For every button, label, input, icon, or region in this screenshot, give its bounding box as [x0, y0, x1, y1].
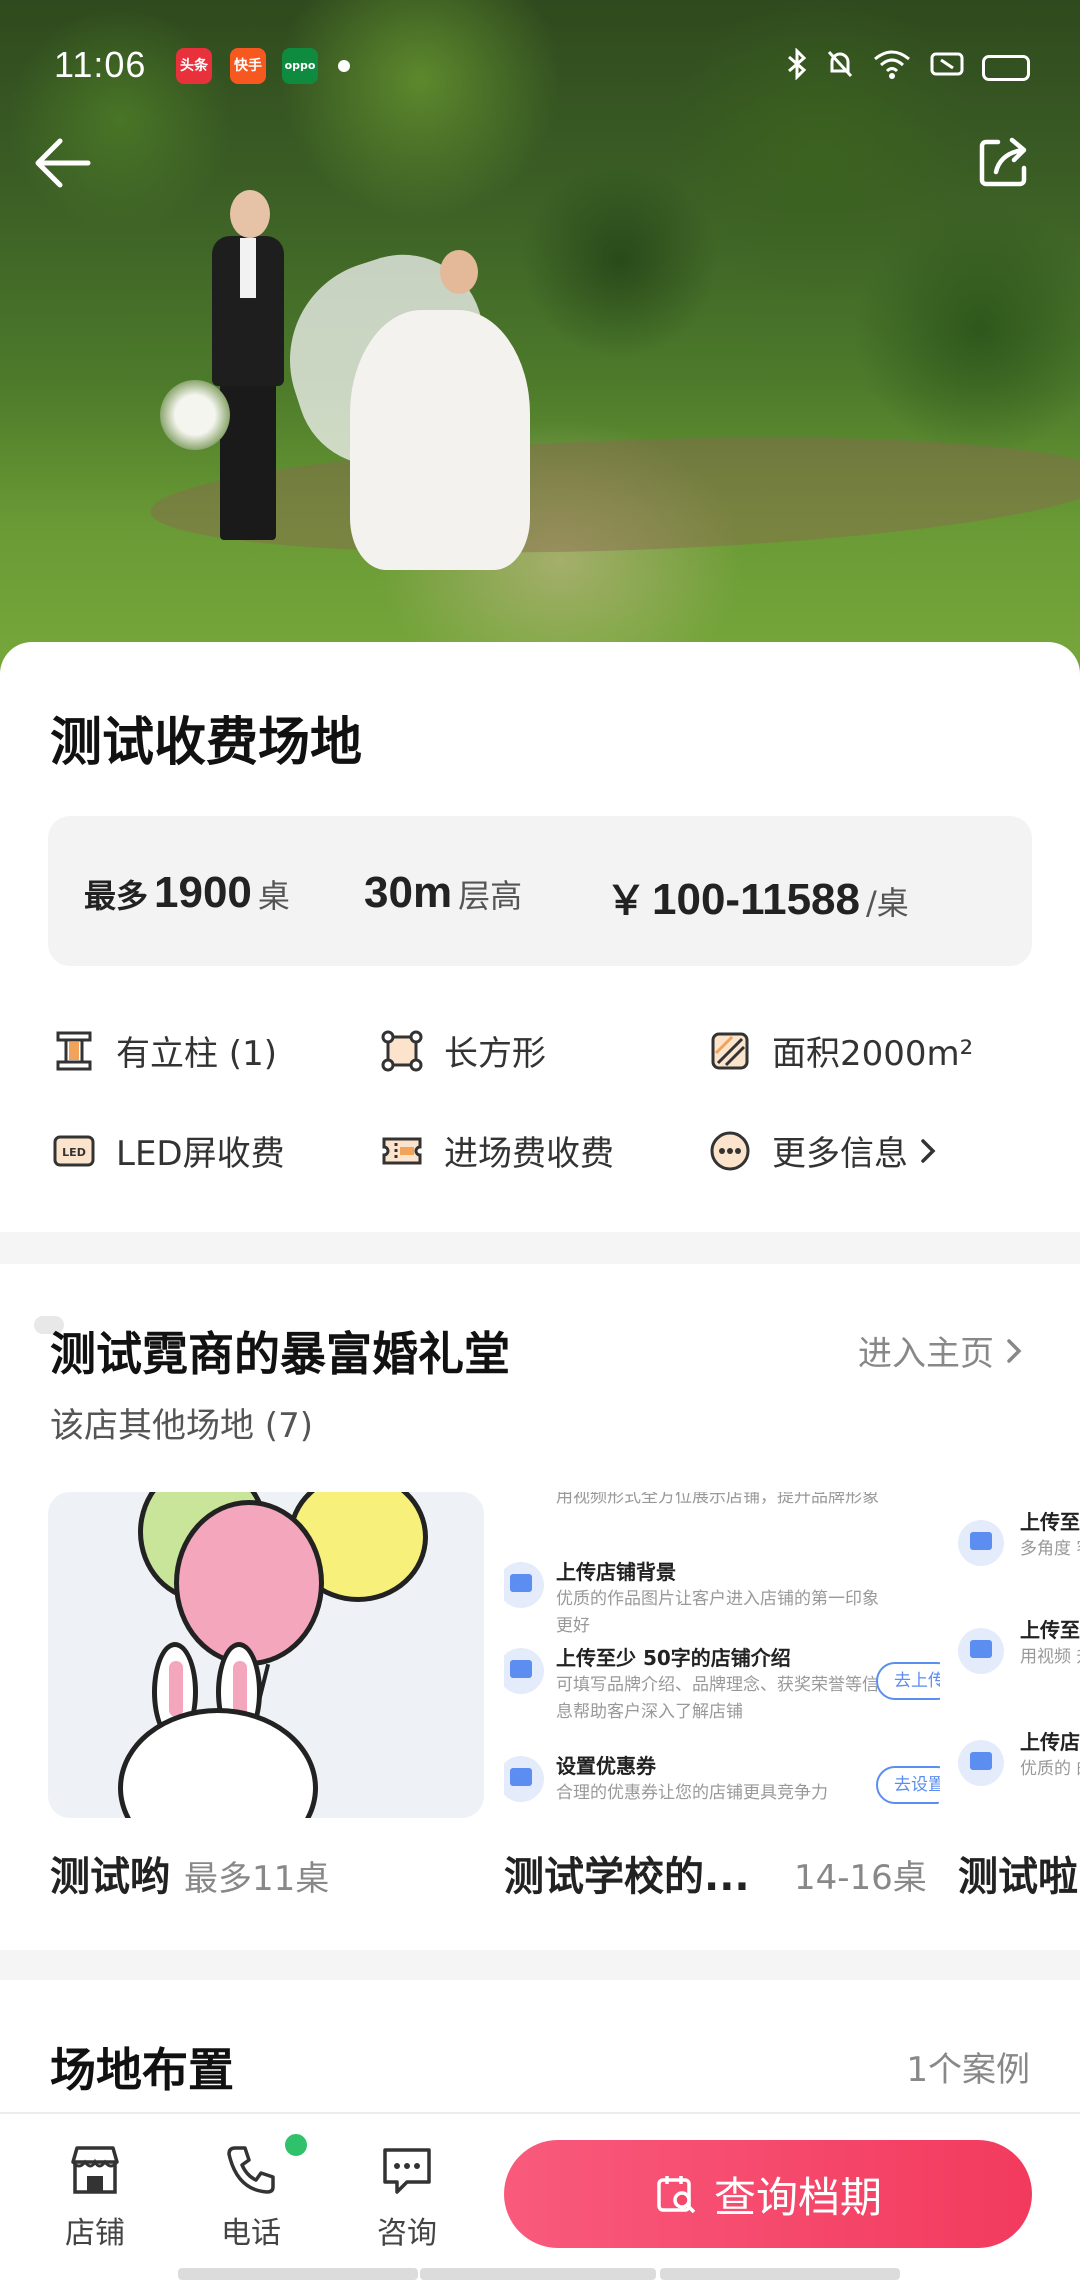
pillar-icon: [56, 1031, 92, 1070]
feature-led: LED LED屏收费: [52, 1126, 285, 1175]
stat-capacity: 最多 1900 桌: [84, 868, 290, 917]
venue-title: 测试收费场地: [50, 713, 363, 773]
phone-icon: [227, 2146, 275, 2194]
feature-entry-fee: 进场费收费: [380, 1126, 614, 1175]
back-button[interactable]: [30, 130, 96, 196]
led-icon: LED: [53, 1135, 95, 1166]
svg-text:LED: LED: [62, 1146, 86, 1159]
wifi-icon: [872, 49, 912, 86]
bunny-illustration: [118, 1708, 318, 1818]
bouquet: [160, 380, 230, 450]
chevron-right-icon: [921, 1138, 936, 1163]
bride-figure: [263, 233, 550, 570]
venue-caption[interactable]: 测试哟 最多11桌: [50, 1844, 329, 1902]
arrow-left-icon: [35, 138, 91, 188]
stat-price: ￥ 100-11588 /桌: [606, 875, 909, 924]
other-venues-label: 该店其他场地 (7): [50, 1406, 313, 1446]
share-button[interactable]: [974, 132, 1034, 192]
venue-detail-page: 11:06 头条 快手 oppo 测试收费场地 最多 1900 桌 30m 层高…: [0, 0, 1080, 2280]
feature-shape: 长方形: [380, 1026, 546, 1075]
tab-phone[interactable]: 电话: [196, 2132, 309, 2252]
area-icon: [711, 1032, 749, 1069]
check-schedule-button[interactable]: 查询档期: [504, 2140, 1032, 2248]
venue-thumbnail[interactable]: [48, 1492, 484, 1818]
more-info-link[interactable]: 更多信息: [708, 1126, 942, 1175]
feature-pillar: 有立柱 (1): [52, 1026, 277, 1075]
store-icon: [71, 2146, 119, 2194]
venue-caption-info: 14-16桌: [794, 1858, 927, 1898]
oppo-app-icon: oppo: [282, 48, 318, 84]
more-dots-icon: [710, 1131, 750, 1170]
layout-section-title: 场地布置: [50, 2043, 234, 2097]
upload-button[interactable]: 去上传: [876, 1662, 940, 1700]
share-icon: [979, 137, 1027, 187]
rectangle-shape-icon: [381, 1030, 423, 1071]
verified-check-icon: [283, 2132, 309, 2158]
set-coupon-button[interactable]: 去设置: [876, 1766, 940, 1804]
venue-thumbnail[interactable]: 上传至 多角度 客户了 上传至 用视频 升品牌 上传店 优质的 的第一: [958, 1492, 1080, 1818]
venue-caption-name[interactable]: 测试学校的...: [504, 1844, 750, 1902]
stat-ceiling-height: 30m 层高: [364, 868, 523, 917]
chevron-right-icon: [1007, 1338, 1022, 1363]
kuaishou-app-icon: 快手: [230, 48, 266, 84]
layout-case-count[interactable]: 1个案例: [906, 2042, 1030, 2091]
venue-thumbnail[interactable]: 用视频形式全方位展示店铺，提升品牌形象 上传店铺背景 优质的作品图片让客户进入店…: [504, 1492, 940, 1818]
tab-consult[interactable]: 咨询: [352, 2140, 462, 2252]
screen-record-icon: [930, 50, 964, 85]
bluetooth-icon: [786, 47, 808, 87]
notification-dot-icon: [338, 60, 350, 72]
status-time: 11:06: [54, 44, 147, 85]
store-name: 测试霓商的暴富婚礼堂: [50, 1327, 510, 1381]
battery-icon: [982, 54, 1030, 81]
image-icon: [958, 1740, 1004, 1786]
image-icon: [504, 1562, 544, 1608]
home-indicator: [178, 2268, 418, 2280]
image-icon: [958, 1520, 1004, 1566]
venue-caption-name[interactable]: 测试啦: [958, 1844, 1078, 1902]
calendar-search-icon: [657, 2176, 696, 2214]
status-bar: 11:06 头条 快手 oppo: [0, 0, 1080, 130]
feature-area: 面积2000m²: [708, 1026, 973, 1075]
image-icon: [504, 1756, 544, 1802]
chat-icon: [383, 2148, 431, 2194]
tab-store[interactable]: 店铺: [40, 2140, 150, 2252]
image-icon: [504, 1648, 544, 1694]
groom-figure: [200, 190, 290, 550]
enter-store-homepage-link[interactable]: 进入主页: [858, 1326, 1028, 1375]
ticket-icon: [382, 1137, 422, 1164]
bell-muted-icon: [826, 49, 854, 86]
image-icon: [958, 1628, 1004, 1674]
toutiao-app-icon: 头条: [176, 48, 212, 84]
